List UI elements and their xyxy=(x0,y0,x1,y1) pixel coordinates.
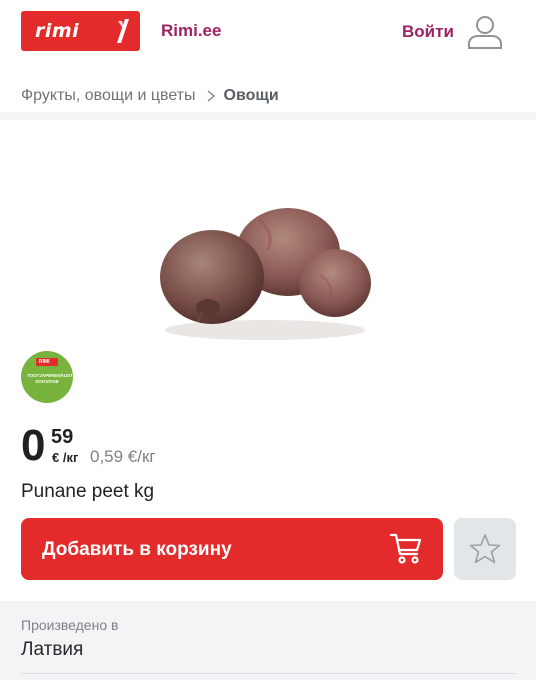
user-icon[interactable] xyxy=(466,14,504,50)
header: rimi Rimi.ee Войти xyxy=(0,0,536,64)
badge-line1: TOOTJAPERENÄUSTAJA xyxy=(27,373,73,378)
price-unit: € /кг xyxy=(52,450,79,465)
rimi-logo-icon xyxy=(117,19,129,43)
breadcrumb: Фрукты, овощи и цветы Овощи xyxy=(21,87,279,105)
login-link[interactable]: Войти xyxy=(402,22,454,42)
logo-text: rimi xyxy=(35,20,80,42)
rimi-logo[interactable]: rimi xyxy=(21,11,140,51)
product-name: Punane peet kg xyxy=(21,481,155,502)
section-divider xyxy=(0,112,536,120)
price-integer: 0 xyxy=(21,421,46,470)
site-link[interactable]: Rimi.ee xyxy=(161,21,221,41)
origin-label: Произведено в xyxy=(21,617,119,633)
breadcrumb-parent[interactable]: Фрукты, овощи и цветы xyxy=(21,87,196,105)
recommended-badge: RIMI TOOTJAPERENÄUSTAJA SOOVITAB xyxy=(21,351,73,403)
product-image[interactable] xyxy=(140,180,390,350)
details-divider xyxy=(21,673,516,674)
star-icon xyxy=(469,534,501,564)
add-to-cart-button[interactable]: Добавить в корзину xyxy=(21,518,443,580)
price-per-unit: 0,59 €/кг xyxy=(90,447,156,466)
add-to-cart-label: Добавить в корзину xyxy=(42,539,232,560)
breadcrumb-current: Овощи xyxy=(223,87,279,104)
favorite-button[interactable] xyxy=(454,518,516,580)
badge-logo: RIMI xyxy=(36,358,58,366)
origin-value: Латвия xyxy=(21,639,84,660)
price-decimal: 59 xyxy=(51,426,74,448)
badge-line2: SOOVITAB xyxy=(35,379,59,384)
cart-icon xyxy=(389,533,422,564)
chevron-right-icon xyxy=(207,90,215,102)
